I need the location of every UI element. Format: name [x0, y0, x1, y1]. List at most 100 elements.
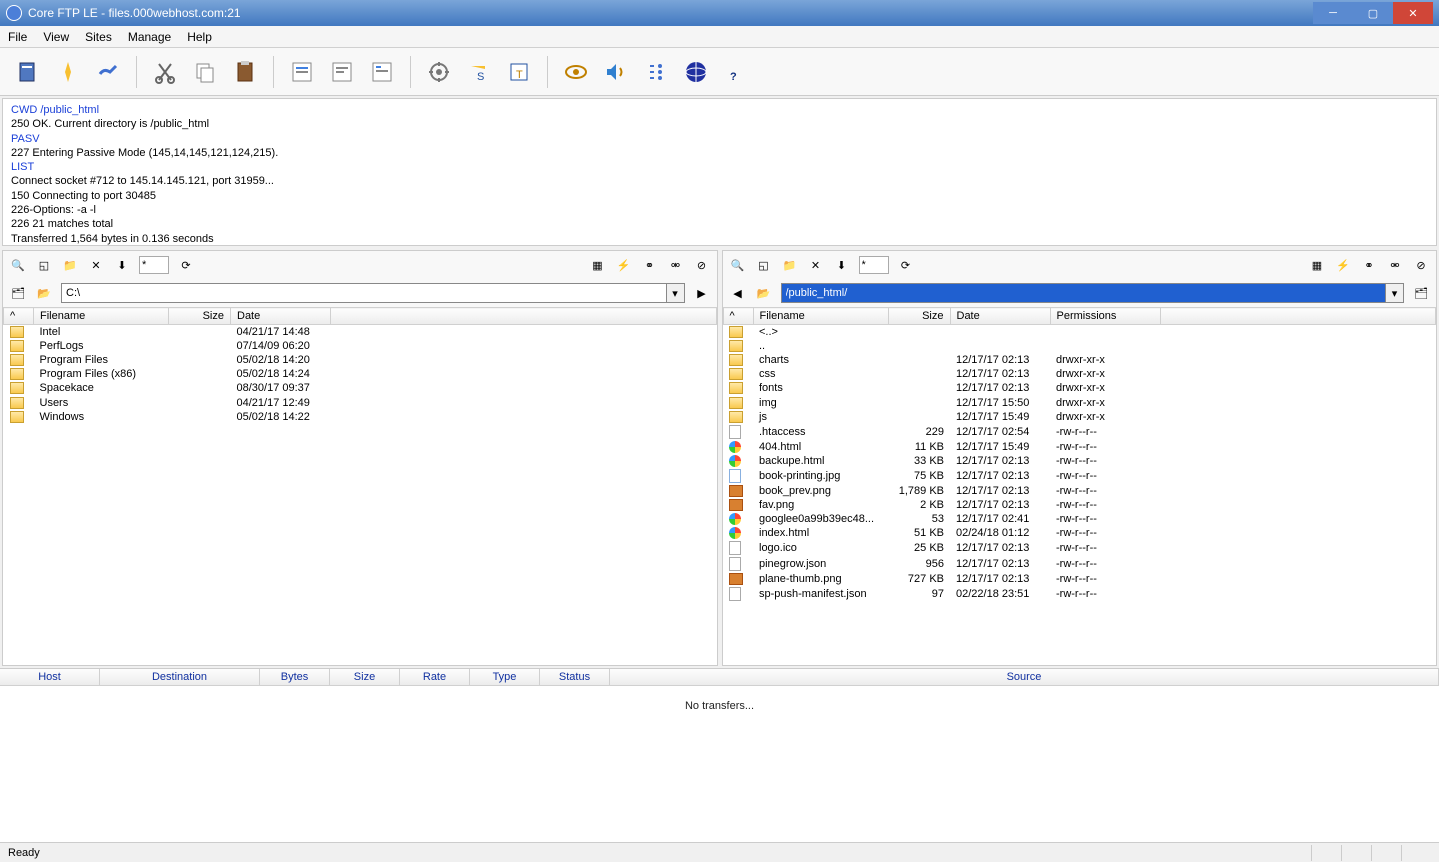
- remote-path-combo[interactable]: ▾: [781, 283, 1405, 303]
- menu-sites[interactable]: Sites: [85, 30, 112, 44]
- file-row[interactable]: Users04/21/17 12:49: [4, 395, 717, 409]
- quick-connect-icon[interactable]: [52, 56, 84, 88]
- close-button[interactable]: ✕: [1393, 2, 1433, 24]
- download-icon[interactable]: ⬇: [113, 256, 131, 274]
- column-header[interactable]: Size: [169, 308, 231, 325]
- menu-help[interactable]: Help: [187, 30, 212, 44]
- transfer-column-header[interactable]: Type: [470, 669, 540, 685]
- search-icon[interactable]: 🔍: [9, 256, 27, 274]
- transfer-column-header[interactable]: Bytes: [260, 669, 330, 685]
- log-pane[interactable]: CWD /public_html250 OK. Current director…: [2, 98, 1437, 246]
- file-row[interactable]: 404.html11 KB12/17/17 15:49-rw-r--r--: [723, 440, 1436, 454]
- file-row[interactable]: .htaccess22912/17/17 02:54-rw-r--r--: [723, 424, 1436, 440]
- transfer-column-header[interactable]: Rate: [400, 669, 470, 685]
- filter-input[interactable]: [139, 256, 169, 274]
- file-row[interactable]: pinegrow.json95612/17/17 02:13-rw-r--r--: [723, 556, 1436, 572]
- transfer-column-header[interactable]: Size: [330, 669, 400, 685]
- file-row[interactable]: fav.png2 KB12/17/17 02:13-rw-r--r--: [723, 498, 1436, 512]
- file-row[interactable]: Windows05/02/18 14:22: [4, 410, 717, 424]
- file-row[interactable]: googlee0a99b39ec48...5312/17/17 02:41-rw…: [723, 512, 1436, 526]
- menu-file[interactable]: File: [8, 30, 27, 44]
- local-path-combo[interactable]: ▾: [61, 283, 685, 303]
- lightning-icon[interactable]: ⚡: [1334, 256, 1352, 274]
- tree-icon[interactable]: 🗂: [9, 284, 27, 302]
- file-row[interactable]: logo.ico25 KB12/17/17 02:13-rw-r--r--: [723, 540, 1436, 556]
- back-icon[interactable]: ◀: [729, 284, 747, 302]
- stop-icon[interactable]: ⊘: [693, 256, 711, 274]
- menu-manage[interactable]: Manage: [128, 30, 171, 44]
- file-row[interactable]: Program Files05/02/18 14:20: [4, 353, 717, 367]
- schedule-icon[interactable]: S: [463, 56, 495, 88]
- mode-icon[interactable]: ▦: [1308, 256, 1326, 274]
- maximize-button[interactable]: ▢: [1353, 2, 1393, 24]
- file-row[interactable]: <..>: [723, 325, 1436, 340]
- crop-icon[interactable]: ◱: [755, 256, 773, 274]
- transfer-column-header[interactable]: Host: [0, 669, 100, 685]
- file-row[interactable]: plane-thumb.png727 KB12/17/17 02:13-rw-r…: [723, 572, 1436, 586]
- minimize-button[interactable]: ─: [1313, 2, 1353, 24]
- column-header[interactable]: Permissions: [1050, 308, 1160, 325]
- file-row[interactable]: Intel04/21/17 14:48: [4, 325, 717, 340]
- file-row[interactable]: fonts12/17/17 02:13drwxr-xr-x: [723, 381, 1436, 395]
- template-icon[interactable]: T: [503, 56, 535, 88]
- copy-icon[interactable]: [189, 56, 221, 88]
- local-path-input[interactable]: [61, 283, 667, 303]
- remote-file-list[interactable]: ^FilenameSizeDatePermissions<..>..charts…: [723, 307, 1437, 665]
- dropdown-icon[interactable]: ▾: [1386, 283, 1404, 303]
- new-folder-icon[interactable]: 📁: [781, 256, 799, 274]
- file-row[interactable]: js12/17/17 15:49drwxr-xr-x: [723, 410, 1436, 424]
- help-icon[interactable]: ?: [720, 56, 752, 88]
- file-row[interactable]: ..: [723, 339, 1436, 353]
- cut-icon[interactable]: [149, 56, 181, 88]
- edit-local-icon[interactable]: [286, 56, 318, 88]
- file-row[interactable]: PerfLogs07/14/09 06:20: [4, 339, 717, 353]
- remote-path-input[interactable]: [781, 283, 1387, 303]
- local-file-list[interactable]: ^FilenameSizeDateIntel04/21/17 14:48Perf…: [3, 307, 717, 665]
- file-row[interactable]: index.html51 KB02/24/18 01:12-rw-r--r--: [723, 526, 1436, 540]
- file-row[interactable]: book-printing.jpg75 KB12/17/17 02:13-rw-…: [723, 468, 1436, 484]
- disconnect-icon[interactable]: [92, 56, 124, 88]
- sort-arrow[interactable]: ^: [723, 308, 753, 325]
- paste-icon[interactable]: [229, 56, 261, 88]
- file-row[interactable]: Program Files (x86)05/02/18 14:24: [4, 367, 717, 381]
- column-header[interactable]: Filename: [34, 308, 169, 325]
- file-row[interactable]: Spacekace08/30/17 09:37: [4, 381, 717, 395]
- refresh-icon[interactable]: ⟳: [897, 256, 915, 274]
- file-row[interactable]: img12/17/17 15:50drwxr-xr-x: [723, 395, 1436, 409]
- new-folder-icon[interactable]: 📁: [61, 256, 79, 274]
- globe-icon[interactable]: [680, 56, 712, 88]
- view-icon[interactable]: [326, 56, 358, 88]
- lightning-icon[interactable]: ⚡: [615, 256, 633, 274]
- column-header[interactable]: Size: [888, 308, 950, 325]
- file-row[interactable]: charts12/17/17 02:13drwxr-xr-x: [723, 353, 1436, 367]
- column-header[interactable]: Filename: [753, 308, 888, 325]
- file-row[interactable]: css12/17/17 02:13drwxr-xr-x: [723, 367, 1436, 381]
- crop-icon[interactable]: ◱: [35, 256, 53, 274]
- options-icon[interactable]: [640, 56, 672, 88]
- menu-view[interactable]: View: [43, 30, 69, 44]
- column-header[interactable]: Date: [950, 308, 1050, 325]
- sort-arrow[interactable]: ^: [4, 308, 34, 325]
- link-icon[interactable]: ⚭: [641, 256, 659, 274]
- filter-input[interactable]: [859, 256, 889, 274]
- site-manager-icon[interactable]: [12, 56, 44, 88]
- tree-icon[interactable]: 🗂: [1412, 284, 1430, 302]
- delete-icon[interactable]: ✕: [807, 256, 825, 274]
- upload-icon[interactable]: ⬇: [833, 256, 851, 274]
- link-icon[interactable]: ⚭: [1360, 256, 1378, 274]
- transfer-column-header[interactable]: Status: [540, 669, 610, 685]
- stop-icon[interactable]: ⊘: [1412, 256, 1430, 274]
- transfer-column-header[interactable]: Source: [610, 669, 1439, 685]
- unlink-icon[interactable]: ⚮: [1386, 256, 1404, 274]
- file-row[interactable]: sp-push-manifest.json9702/22/18 23:51-rw…: [723, 586, 1436, 602]
- mode-icon[interactable]: ▦: [589, 256, 607, 274]
- up-folder-icon[interactable]: 📂: [35, 284, 53, 302]
- settings-icon[interactable]: [423, 56, 455, 88]
- search-icon[interactable]: 🔍: [729, 256, 747, 274]
- transfer-column-header[interactable]: Destination: [100, 669, 260, 685]
- go-icon[interactable]: ▶: [693, 284, 711, 302]
- refresh-icon[interactable]: ⟳: [177, 256, 195, 274]
- delete-icon[interactable]: ✕: [87, 256, 105, 274]
- up-folder-icon[interactable]: 📂: [755, 284, 773, 302]
- hide-icon[interactable]: [560, 56, 592, 88]
